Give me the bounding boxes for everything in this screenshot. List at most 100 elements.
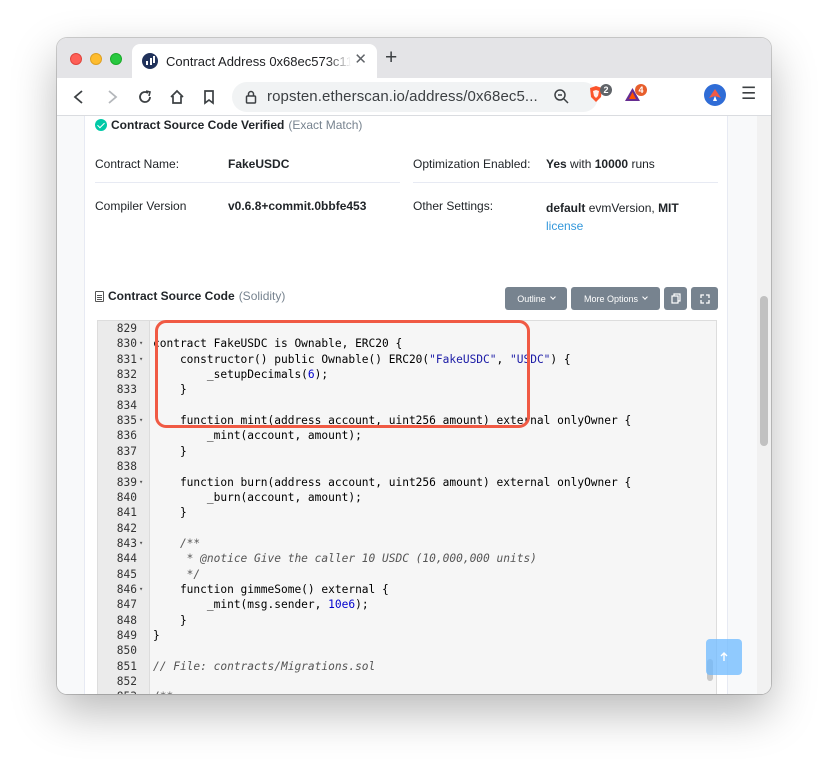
code-text: } <box>153 629 160 642</box>
code-line: 837 } <box>98 444 716 459</box>
code-text: */ <box>153 567 201 581</box>
contract-card: Contract Source Code Verified (Exact Mat… <box>84 116 728 694</box>
line-number: 852 <box>116 675 137 689</box>
minimize-window-button[interactable] <box>90 53 102 65</box>
line-number: 846 <box>116 582 137 596</box>
browser-toolbar: ropsten.etherscan.io/address/0x68ec5... <box>57 78 771 116</box>
fold-arrow-icon[interactable]: ▾ <box>139 582 143 597</box>
code-text: // File: contracts/Migrations.sol <box>153 659 376 673</box>
zoom-icon[interactable] <box>553 88 570 105</box>
maximize-window-button[interactable] <box>110 53 122 65</box>
line-number: 853 <box>98 689 137 694</box>
tab-etherscan[interactable]: Contract Address 0x68ec573c119826db2eaea… <box>132 44 377 78</box>
code-text: } <box>153 613 187 627</box>
code-line: 849} <box>98 628 716 643</box>
fold-arrow-icon[interactable]: ▾ <box>139 536 143 551</box>
code-text: } <box>153 383 187 397</box>
profile-avatar[interactable] <box>704 84 726 106</box>
close-window-button[interactable] <box>70 53 82 65</box>
code-line: 850 <box>98 643 716 658</box>
chevron-down-icon <box>642 294 648 300</box>
contract-name-label: Contract Name: <box>95 157 180 171</box>
settings-license-type: MIT <box>658 201 679 215</box>
line-number: 847 <box>116 598 137 612</box>
code-text: function gimmeSome() external { <box>153 582 389 596</box>
code-line: 839 ▾ function burn(address account, uint… <box>98 475 716 490</box>
bookmark-button[interactable] <box>199 87 219 107</box>
optimization-with: with <box>570 157 592 171</box>
line-number: 850 <box>116 644 137 658</box>
line-number: 844 <box>116 552 137 566</box>
address-bar[interactable]: ropsten.etherscan.io/address/0x68ec5... <box>232 82 598 112</box>
line-number: 833 <box>116 383 137 397</box>
code-text: constructor() public Ownable() ERC20("Fa… <box>153 352 571 366</box>
fullscreen-button[interactable] <box>691 287 718 310</box>
optimization-value: Yes with 10000 runs <box>546 157 655 171</box>
code-line: 838 <box>98 459 716 474</box>
code-line: 846 ▾ function gimmeSome() external { <box>98 582 716 597</box>
bookmark-icon <box>204 90 214 105</box>
code-text: _burn(account, amount); <box>153 490 362 504</box>
fold-arrow-icon[interactable]: ▾ <box>139 475 143 490</box>
verified-title: Contract Source Code Verified <box>111 118 285 132</box>
source-title: Contract Source Code <box>108 289 235 303</box>
code-line: 831 ▾ constructor() public Ownable() ERC2… <box>98 352 716 367</box>
home-button[interactable] <box>167 87 187 107</box>
code-line: 844 * @notice Give the caller 10 USDC (1… <box>98 551 716 566</box>
code-editor[interactable]: 829 830 ▾ contract FakeUSDC is Ownable, ERC… <box>97 320 717 694</box>
browser-window: Contract Address 0x68ec573c119826db2eaea… <box>57 38 771 694</box>
settings-value: default evmVersion, MIT license <box>546 199 716 235</box>
reload-button[interactable] <box>135 87 155 107</box>
code-text: * @notice Give the caller 10 USDC (10,00… <box>153 552 537 566</box>
lock-icon <box>245 90 257 104</box>
license-link[interactable]: license <box>546 219 583 233</box>
line-number: 837 <box>116 444 137 458</box>
optimization-runs: 10000 <box>594 157 629 171</box>
line-number: 829 <box>116 322 137 335</box>
check-circle-icon <box>95 119 107 131</box>
code-line: 830 ▾ contract FakeUSDC is Ownable, ERC20 … <box>98 336 716 351</box>
code-text: function mint(address account, uint256 a… <box>153 414 632 428</box>
source-language: (Solidity) <box>238 289 286 303</box>
page-scrollbar[interactable] <box>757 116 771 694</box>
line-number: 840 <box>116 490 137 504</box>
tab-close-button[interactable]: ✕ <box>354 52 367 68</box>
line-number: 835 <box>116 414 137 428</box>
settings-default: default <box>546 201 586 215</box>
line-number: 834 <box>116 398 137 412</box>
contract-name-value: FakeUSDC <box>228 157 290 171</box>
code-line: 842 <box>98 521 716 536</box>
new-tab-button[interactable]: + <box>385 47 397 68</box>
fold-arrow-icon[interactable]: ▾ <box>139 352 143 367</box>
outline-button[interactable]: Outline <box>505 287 567 310</box>
code-line: 852 <box>98 674 716 689</box>
compiler-label: Compiler Version <box>95 199 187 213</box>
code-lines: 829 830 ▾ contract FakeUSDC is Ownable, ERC… <box>98 321 716 694</box>
more-options-label: More Options <box>583 293 639 304</box>
copy-button[interactable] <box>664 287 687 310</box>
line-number: 841 <box>116 506 137 520</box>
fold-arrow-icon[interactable]: ▾ <box>139 336 143 351</box>
line-number: 842 <box>116 521 137 535</box>
forward-button[interactable] <box>102 87 122 107</box>
code-line: 836 _mint(account, amount); <box>98 428 716 443</box>
code-line: 834 <box>98 398 716 413</box>
tab-title: Contract Address 0x68ec573c119826db2eaea… <box>166 53 351 69</box>
forward-arrow-icon <box>108 90 118 104</box>
code-line: 841 } <box>98 505 716 520</box>
fold-arrow-icon[interactable]: ▾ <box>139 413 143 428</box>
code-text: function burn(address account, uint256 a… <box>153 475 632 489</box>
code-line: 853 /** <box>98 689 716 694</box>
shield-count-badge: 2 <box>600 84 612 96</box>
optimization-runs-word: runs <box>631 157 655 171</box>
more-options-button[interactable]: More Options <box>571 287 660 310</box>
browser-menu-button[interactable]: ☰ <box>741 85 756 103</box>
page-content: Contract Source Code Verified (Exact Mat… <box>57 116 771 694</box>
back-button[interactable] <box>69 87 89 107</box>
page-scroll-thumb[interactable] <box>760 296 768 446</box>
line-number: 845 <box>116 567 137 581</box>
scroll-to-top-button[interactable] <box>706 639 742 675</box>
outline-label: Outline <box>517 293 546 304</box>
line-number: 831 <box>116 352 137 366</box>
url-text: ropsten.etherscan.io/address/0x68ec5... <box>267 88 538 105</box>
